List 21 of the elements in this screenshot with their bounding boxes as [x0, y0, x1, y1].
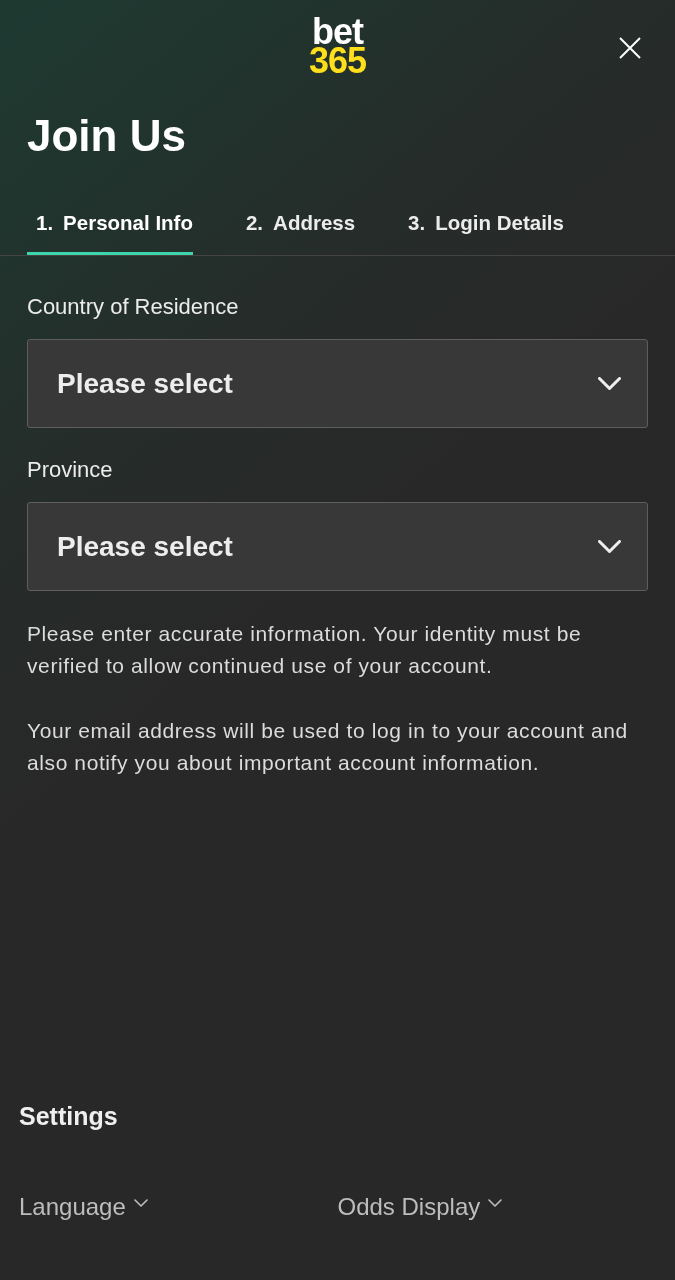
logo-wordmark: bet: [312, 17, 363, 46]
logo-number: 365: [308, 46, 367, 75]
step-tab[interactable]: 1. Personal Info: [27, 211, 193, 255]
field-label: Country of Residence: [27, 294, 240, 320]
chevron-down-icon: [598, 539, 621, 554]
select-field[interactable]: Please select: [27, 502, 648, 591]
info-paragraph: Please enter accurate information. Your identity must be verified to allow continued use of your account.: [27, 621, 583, 679]
close-button[interactable]: [619, 37, 641, 59]
info-paragraph: Your email address will be used to log in to your account and also notify you about important account information.: [27, 718, 629, 776]
select-field[interactable]: Please select: [27, 339, 648, 428]
step-tab[interactable]: 3. Login Details: [399, 211, 564, 255]
close-icon: [619, 37, 641, 59]
field-label: Province: [27, 457, 114, 483]
settings-heading: Settings: [19, 1101, 119, 1131]
step-tab[interactable]: 2. Address: [236, 211, 356, 255]
settings-dropdown[interactable]: Odds Display: [337, 1193, 503, 1221]
settings-dropdown[interactable]: Language: [19, 1193, 148, 1221]
chevron-down-icon: [133, 1199, 148, 1207]
page-title: Join Us: [26, 110, 187, 162]
chevron-down-icon: [598, 376, 621, 391]
chevron-down-icon: [488, 1199, 503, 1207]
